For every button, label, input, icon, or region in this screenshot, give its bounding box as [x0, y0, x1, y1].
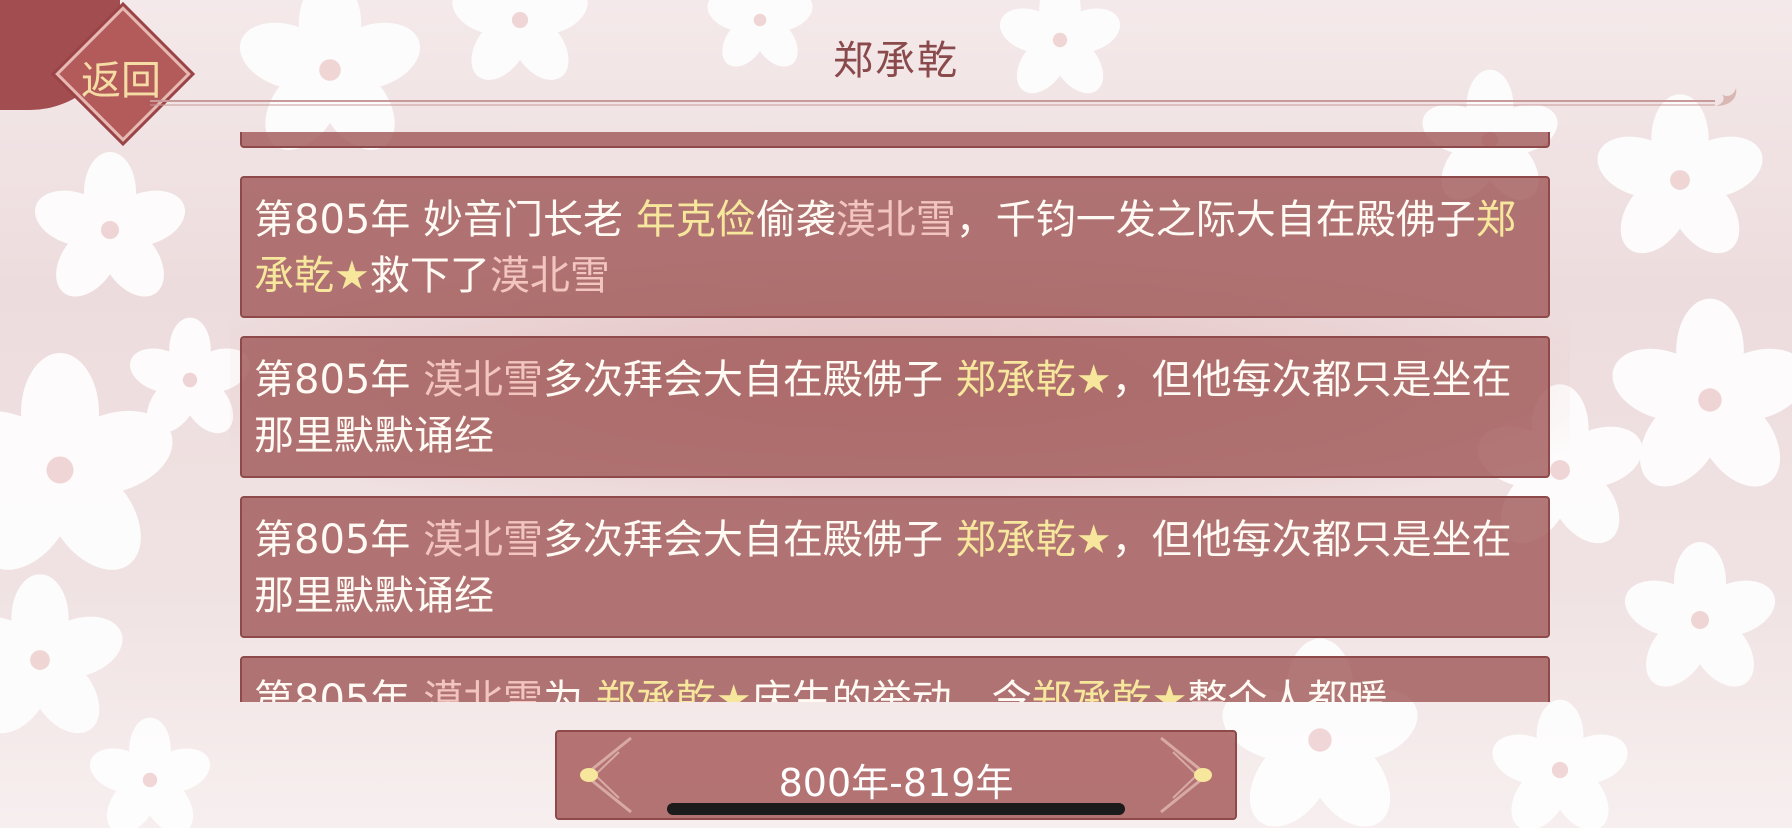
character-name[interactable]: 郑承乾★ [1032, 677, 1188, 702]
home-indicator [667, 803, 1125, 815]
character-name[interactable]: 郑承乾★ [596, 677, 752, 702]
event-card: 第805年 漠北雪多次拜会大自在殿佛子 郑承乾★，但他每次都只是坐在那里默默诵经 [240, 496, 1550, 638]
event-text: 偷袭 [755, 197, 836, 243]
character-name[interactable]: 郑承乾★ [956, 357, 1112, 403]
page-title: 郑承乾 [833, 38, 959, 84]
event-text: 第805年 [254, 517, 424, 563]
event-text: 整个人都暖 [1187, 677, 1388, 702]
character-name[interactable]: 漠北雪 [836, 197, 956, 243]
event-text: 第805年 妙音门长老 [254, 197, 636, 243]
event-card: 第805年 漠北雪为 郑承乾★庆生的举动，令郑承乾★整个人都暖 [240, 656, 1550, 702]
event-text: 多次拜会大自在殿佛子 [543, 357, 956, 403]
event-text: 救下了 [369, 253, 490, 299]
character-name[interactable]: 漠北雪 [490, 253, 610, 299]
character-name[interactable]: 漠北雪 [423, 357, 543, 403]
event-card: 第805年 妙音门长老 年克俭偷袭漠北雪，千钧一发之际大自在殿佛子郑承乾★救下了… [240, 176, 1550, 318]
character-name[interactable]: 年克俭 [636, 197, 756, 243]
event-card: 第805年 漠北雪多次拜会大自在殿佛子 郑承乾★，但他每次都只是坐在那里默默诵经 [240, 336, 1550, 478]
event-text: ，千钧一发之际大自在殿佛子 [955, 197, 1476, 243]
character-name[interactable]: 郑承乾★ [956, 517, 1112, 563]
event-text: 第805年 [254, 677, 424, 702]
event-list[interactable]: 第805年 妙音门长老 年克俭偷袭漠北雪，千钧一发之际大自在殿佛子郑承乾★救下了… [238, 132, 1554, 702]
title-divider [150, 100, 1715, 106]
divider-end-ornament [1716, 88, 1737, 106]
event-text: 多次拜会大自在殿佛子 [543, 517, 956, 563]
next-range-ornament[interactable] [1151, 732, 1221, 818]
event-text: 为 [543, 677, 596, 702]
character-name[interactable]: 漠北雪 [423, 677, 543, 702]
event-text: 庆生的举动，令 [751, 677, 1032, 702]
event-card-partial [240, 132, 1550, 148]
character-name[interactable]: 漠北雪 [423, 517, 543, 563]
year-range-label: 800年-819年 [778, 761, 1014, 805]
event-text: 第805年 [254, 357, 424, 403]
